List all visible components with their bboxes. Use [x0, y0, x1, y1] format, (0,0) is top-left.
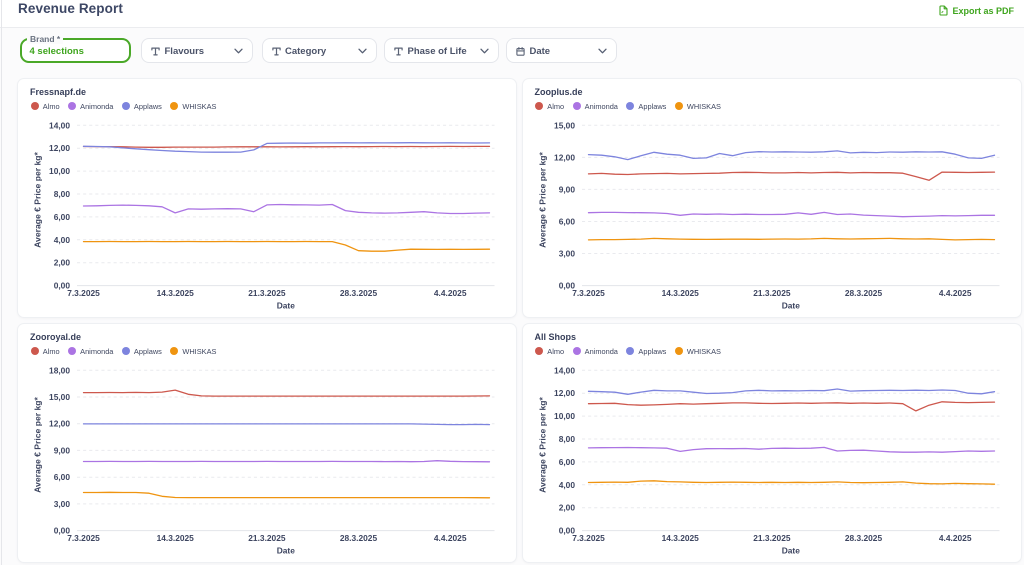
svg-text:6,00: 6,00: [558, 457, 575, 467]
svg-text:14.3.2025: 14.3.2025: [157, 533, 195, 543]
svg-text:21.3.2025: 21.3.2025: [753, 288, 791, 298]
svg-text:15,00: 15,00: [49, 392, 70, 402]
svg-text:14,00: 14,00: [554, 365, 575, 375]
svg-text:3,00: 3,00: [558, 249, 575, 259]
svg-text:14.3.2025: 14.3.2025: [661, 288, 699, 298]
svg-text:4,00: 4,00: [558, 480, 575, 490]
svg-text:2,00: 2,00: [558, 503, 575, 513]
svg-text:21.3.2025: 21.3.2025: [248, 288, 286, 298]
svg-text:Average € Price per kg*: Average € Price per kg*: [537, 396, 547, 492]
svg-text:Date: Date: [277, 546, 295, 556]
svg-text:Average € Price per kg*: Average € Price per kg*: [33, 396, 43, 492]
svg-text:14,00: 14,00: [49, 120, 70, 130]
svg-text:4.4.2025: 4.4.2025: [434, 288, 467, 298]
svg-text:4.4.2025: 4.4.2025: [938, 533, 971, 543]
svg-text:4.4.2025: 4.4.2025: [434, 533, 467, 543]
svg-text:7.3.2025: 7.3.2025: [67, 533, 100, 543]
svg-text:4,00: 4,00: [54, 235, 71, 245]
svg-text:Average € Price per kg*: Average € Price per kg*: [537, 151, 547, 247]
svg-text:28.3.2025: 28.3.2025: [844, 533, 882, 543]
svg-text:15,00: 15,00: [554, 120, 575, 130]
svg-text:3,00: 3,00: [54, 499, 71, 509]
svg-text:12,00: 12,00: [554, 152, 575, 162]
svg-text:10,00: 10,00: [554, 411, 575, 421]
svg-text:6,00: 6,00: [54, 212, 71, 222]
svg-text:7.3.2025: 7.3.2025: [572, 288, 605, 298]
svg-text:Average € Price per kg*: Average € Price per kg*: [33, 151, 43, 247]
svg-text:28.3.2025: 28.3.2025: [340, 533, 378, 543]
svg-text:Date: Date: [781, 301, 799, 311]
svg-text:Date: Date: [781, 546, 799, 556]
svg-text:2,00: 2,00: [54, 258, 71, 268]
svg-text:28.3.2025: 28.3.2025: [340, 288, 378, 298]
svg-text:14.3.2025: 14.3.2025: [157, 288, 195, 298]
svg-text:10,00: 10,00: [49, 166, 70, 176]
svg-text:21.3.2025: 21.3.2025: [248, 533, 286, 543]
svg-text:9,00: 9,00: [54, 445, 71, 455]
svg-text:12,00: 12,00: [49, 143, 70, 153]
svg-text:8,00: 8,00: [54, 189, 71, 199]
svg-text:4.4.2025: 4.4.2025: [938, 288, 971, 298]
svg-text:6,00: 6,00: [558, 217, 575, 227]
svg-text:18,00: 18,00: [49, 365, 70, 375]
svg-text:21.3.2025: 21.3.2025: [753, 533, 791, 543]
svg-text:6,00: 6,00: [54, 472, 71, 482]
svg-text:7.3.2025: 7.3.2025: [67, 288, 100, 298]
svg-text:28.3.2025: 28.3.2025: [844, 288, 882, 298]
svg-text:12,00: 12,00: [49, 419, 70, 429]
svg-text:14.3.2025: 14.3.2025: [661, 533, 699, 543]
svg-text:Date: Date: [277, 301, 295, 311]
svg-text:9,00: 9,00: [558, 184, 575, 194]
svg-text:12,00: 12,00: [554, 388, 575, 398]
svg-text:7.3.2025: 7.3.2025: [572, 533, 605, 543]
svg-text:8,00: 8,00: [558, 434, 575, 444]
